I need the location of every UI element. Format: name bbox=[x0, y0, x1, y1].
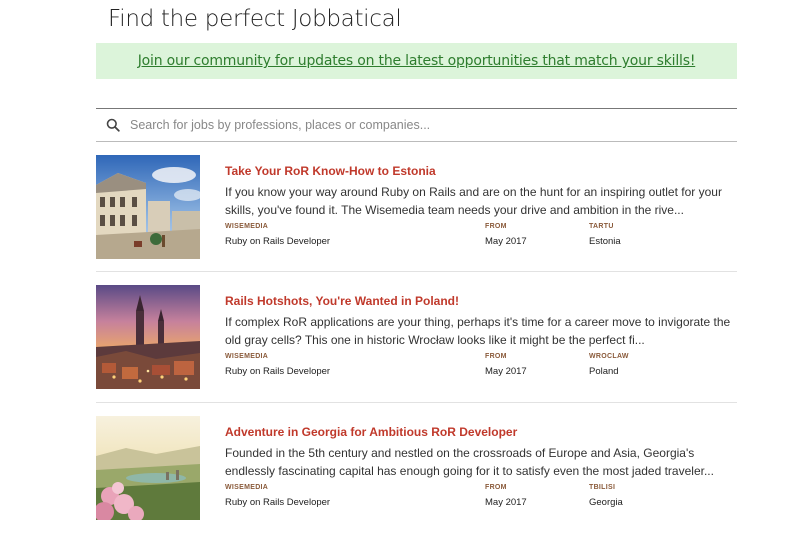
city-label: WROCLAW bbox=[589, 353, 629, 360]
community-banner: Join our community for updates on the la… bbox=[96, 43, 737, 79]
city-label: TBILISI bbox=[589, 484, 616, 491]
job-description: Founded in the 5th century and nestled o… bbox=[225, 446, 714, 478]
job-title-link[interactable]: Adventure in Georgia for Ambitious RoR D… bbox=[225, 425, 517, 439]
job-thumbnail-tbilisi[interactable] bbox=[96, 416, 200, 520]
job-title-link[interactable]: Take Your RoR Know-How to Estonia bbox=[225, 164, 436, 178]
from-label: FROM bbox=[485, 484, 507, 491]
job-listing: Rails Hotshots, You're Wanted in Poland!… bbox=[96, 285, 737, 415]
start-date: May 2017 bbox=[485, 236, 527, 247]
start-date: May 2017 bbox=[485, 497, 527, 508]
search-bar bbox=[96, 108, 737, 142]
company-label: WISEMEDIA bbox=[225, 484, 269, 491]
divider bbox=[96, 271, 737, 272]
job-listing: Take Your RoR Know-How to Estonia If you… bbox=[96, 155, 737, 285]
country: Estonia bbox=[589, 236, 621, 247]
start-date: May 2017 bbox=[485, 366, 527, 377]
job-role: Ruby on Rails Developer bbox=[225, 366, 331, 377]
search-input[interactable] bbox=[128, 117, 737, 133]
company-label: WISEMEDIA bbox=[225, 223, 269, 230]
job-thumbnail-wroclaw[interactable] bbox=[96, 285, 200, 389]
country: Poland bbox=[589, 366, 619, 377]
divider bbox=[96, 402, 737, 403]
search-icon bbox=[106, 118, 120, 132]
job-title-link[interactable]: Rails Hotshots, You're Wanted in Poland! bbox=[225, 294, 459, 308]
page-title: Find the perfect Jobbatical bbox=[108, 6, 402, 32]
country: Georgia bbox=[589, 497, 623, 508]
company-label: WISEMEDIA bbox=[225, 353, 269, 360]
from-label: FROM bbox=[485, 223, 507, 230]
job-thumbnail-tartu[interactable] bbox=[96, 155, 200, 259]
job-description: If you know your way around Ruby on Rail… bbox=[225, 185, 722, 217]
job-listing: Adventure in Georgia for Ambitious RoR D… bbox=[96, 416, 737, 546]
job-role: Ruby on Rails Developer bbox=[225, 236, 331, 247]
job-description: If complex RoR applications are your thi… bbox=[225, 315, 731, 347]
job-role: Ruby on Rails Developer bbox=[225, 497, 331, 508]
from-label: FROM bbox=[485, 353, 507, 360]
join-community-link[interactable]: Join our community for updates on the la… bbox=[138, 53, 696, 69]
city-label: TARTU bbox=[589, 223, 614, 230]
